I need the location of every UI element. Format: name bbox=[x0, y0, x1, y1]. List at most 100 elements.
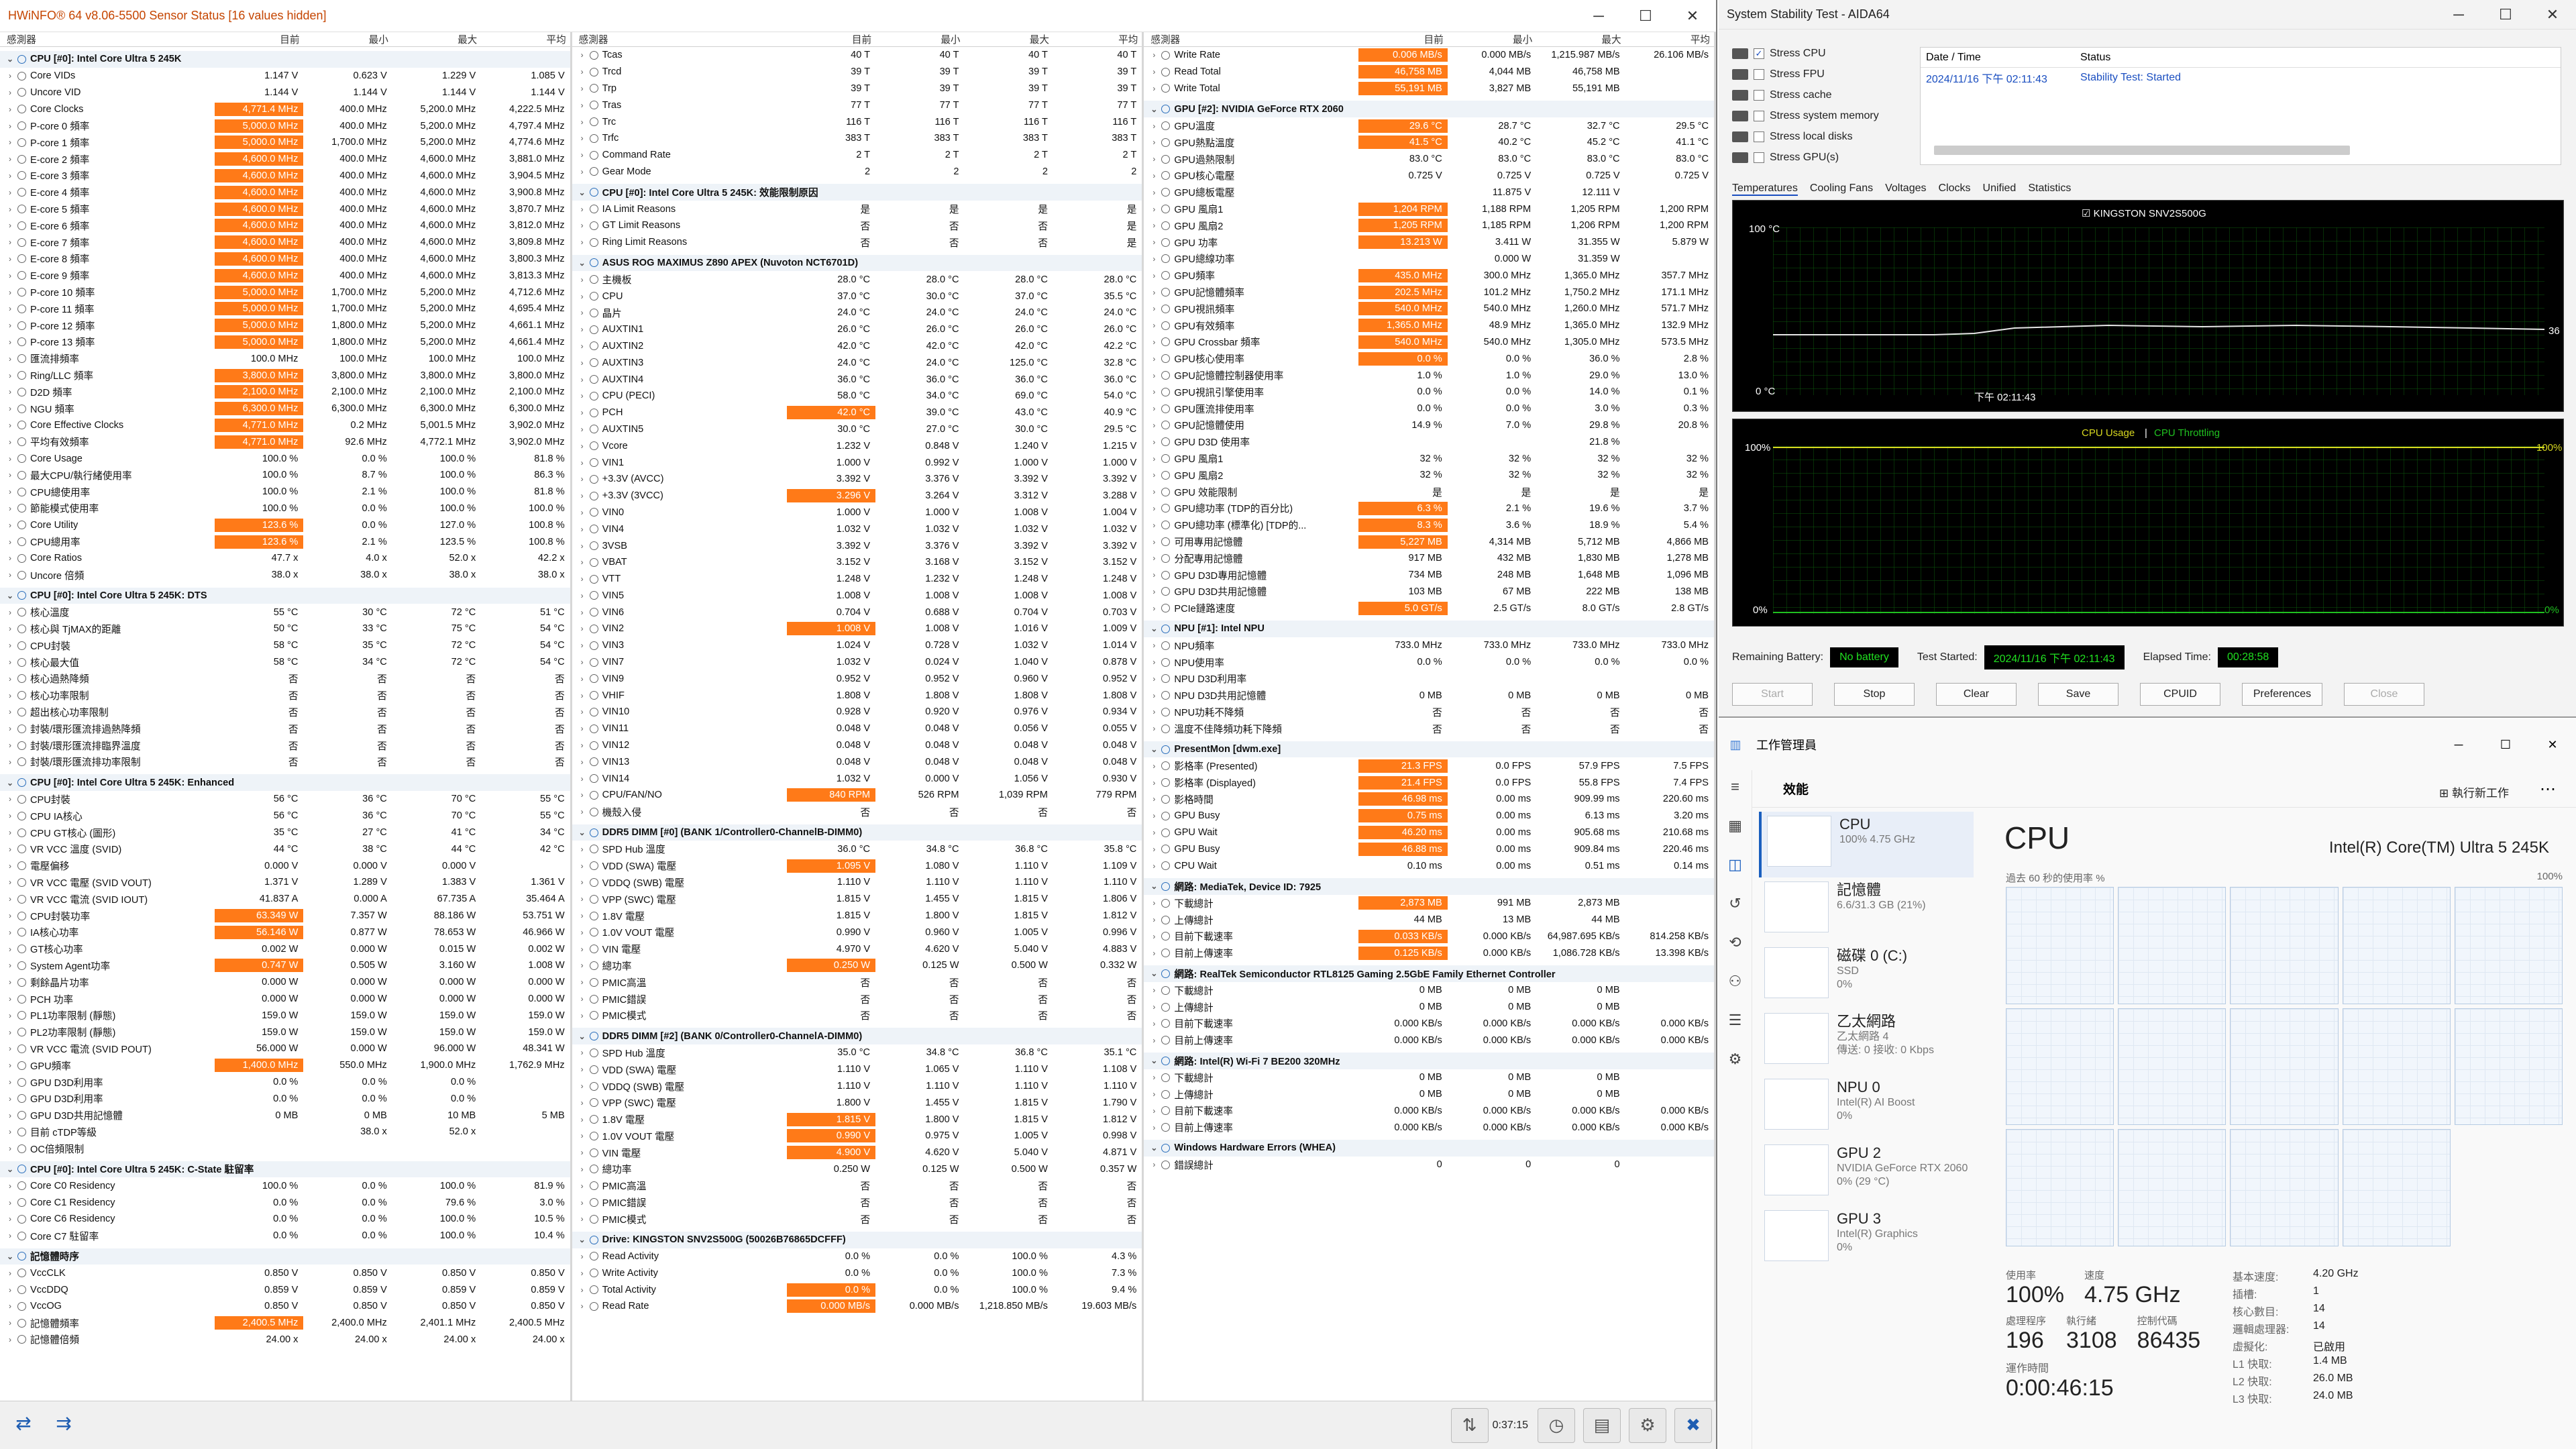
perf-item[interactable]: GPU 3 Intel(R) Graphics 0% bbox=[1759, 1206, 1974, 1272]
expand-icon[interactable]: › bbox=[1149, 1036, 1159, 1045]
expand-icon[interactable]: › bbox=[5, 121, 15, 131]
expand-icon[interactable]: › bbox=[1149, 337, 1159, 347]
expand-icon[interactable]: › bbox=[578, 861, 587, 871]
sensor-row[interactable]: › Command Rate 2 T2 T2 T2 T bbox=[572, 147, 1142, 164]
sensor-row[interactable]: › 1.8V 電壓 1.815 V 1.800 V 1.815 V 1.812 V bbox=[572, 908, 1142, 924]
sensor-row[interactable]: › VIN2 1.008 V 1.008 V 1.016 V 1.009 V bbox=[572, 621, 1142, 637]
sensor-row[interactable]: › GPU 風扇2 32 % 32 % 32 % 32 % bbox=[1144, 467, 1714, 484]
expand-icon[interactable]: › bbox=[5, 977, 15, 987]
sensor-row[interactable]: › GPU 風扇1 32 % 32 % 32 % 32 % bbox=[1144, 450, 1714, 467]
expand-icon[interactable]: › bbox=[578, 150, 587, 160]
sensor-row[interactable]: › IA核心功率 56.146 W 0.877 W 78.653 W 46.966 W bbox=[0, 924, 570, 941]
sensor-row[interactable]: › 上傳總計 44 MB 13 MB 44 MB bbox=[1144, 912, 1714, 928]
sensor-row[interactable]: › E-core 9 頻率 4,600.0 MHz 400.0 MHz 4,600.0 … bbox=[0, 267, 570, 284]
details-icon[interactable]: ☰ bbox=[1729, 1012, 1742, 1029]
sensor-row[interactable]: › AUXTIN3 24.0 °C 24.0 °C 125.0 °C 32.8 °C bbox=[572, 354, 1142, 371]
sensor-row[interactable]: › 目前下載速率 0.033 KB/s 0.000 KB/s 64,987.695 KB… bbox=[1144, 928, 1714, 945]
expand-icon[interactable]: › bbox=[1149, 321, 1159, 330]
sensor-row[interactable]: › 晶片 24.0 °C 24.0 °C 24.0 °C 24.0 °C bbox=[572, 305, 1142, 321]
sensor-row[interactable]: › 1.0V VOUT 電壓 0.990 V 0.960 V 1.005 V 0.996 … bbox=[572, 924, 1142, 941]
sensor-row[interactable]: › GPU 風扇2 1,205 RPM 1,185 RPM 1,206 RPM 1,200… bbox=[1144, 217, 1714, 234]
sensor-row[interactable]: › OC倍頻限制 bbox=[0, 1140, 570, 1157]
sensor-row[interactable]: › VPP (SWC) 電壓 1.800 V 1.455 V 1.815 V 1.790 … bbox=[572, 1094, 1142, 1111]
sensor-group[interactable]: ⌄ ASUS ROG MAXIMUS Z890 APEX (Nuvoton NCT… bbox=[572, 254, 1142, 272]
settings-icon[interactable]: ⚙ bbox=[1629, 1407, 1666, 1443]
sensor-row[interactable]: › PMIC模式否否否否 bbox=[572, 1211, 1142, 1228]
expand-icon[interactable]: › bbox=[578, 292, 587, 301]
header-cell[interactable]: 最小 bbox=[875, 32, 964, 46]
expand-icon[interactable]: › bbox=[578, 117, 587, 127]
stop-button[interactable]: Stop bbox=[1834, 683, 1915, 706]
expand-icon[interactable]: › bbox=[578, 425, 587, 434]
sensor-row[interactable]: › NPU D3D利用率 bbox=[1144, 670, 1714, 687]
sensor-row[interactable]: › 超出核心功率限制否否否否 bbox=[0, 704, 570, 720]
expand-icon[interactable]: › bbox=[1149, 205, 1159, 214]
expand-icon[interactable]: › bbox=[5, 691, 15, 700]
sensor-row[interactable]: › 影格時間 46.98 ms 0.00 ms 909.99 ms 220.60 ms bbox=[1144, 791, 1714, 808]
sensor-row[interactable]: › Core C6 Residency 0.0 % 0.0 % 100.0 % 10.5 … bbox=[0, 1211, 570, 1228]
expand-icon[interactable]: › bbox=[578, 608, 587, 617]
expand-icon[interactable]: › bbox=[1149, 553, 1159, 563]
graph-tab[interactable]: Temperatures bbox=[1732, 182, 1798, 196]
expand-icon[interactable]: › bbox=[1149, 171, 1159, 180]
header-cell[interactable]: 感測器 bbox=[0, 32, 215, 46]
expand-icon[interactable]: › bbox=[5, 707, 15, 716]
expand-icon[interactable]: › bbox=[5, 608, 15, 617]
sensor-row[interactable]: › Core C1 Residency 0.0 % 0.0 % 79.6 % 3.0 % bbox=[0, 1194, 570, 1211]
expand-icon[interactable]: › bbox=[5, 454, 15, 464]
sensor-row[interactable]: › Tcas 40 T 40 T 40 T 40 T bbox=[572, 47, 1142, 64]
sensor-row[interactable]: › NPU功耗不降頻否否否否 bbox=[1144, 704, 1714, 720]
sensor-row[interactable]: › VDDQ (SWB) 電壓 1.110 V 1.110 V 1.110 V 1.110… bbox=[572, 874, 1142, 891]
sensor-row[interactable]: › 主機板 28.0 °C 28.0 °C 28.0 °C 28.0 °C bbox=[572, 271, 1142, 288]
expand-icon[interactable]: › bbox=[578, 961, 587, 970]
sensor-row[interactable]: › VIN13 0.048 V 0.048 V 0.048 V 0.048 V bbox=[572, 753, 1142, 770]
expand-icon[interactable]: › bbox=[578, 894, 587, 904]
expand-icon[interactable]: › bbox=[5, 1285, 15, 1295]
header-cell[interactable]: 感測器 bbox=[1144, 32, 1358, 46]
sensor-row[interactable]: › GPU D3D利用率 0.0 % 0.0 % 0.0 % bbox=[0, 1090, 570, 1107]
expand-icon[interactable]: › bbox=[578, 375, 587, 384]
sensor-row[interactable]: › 封裝/環形匯流排臨界溫度否否否否 bbox=[0, 737, 570, 754]
sensor-row[interactable]: › Ring Limit Reasons 否否否是 bbox=[572, 234, 1142, 251]
expand-icon[interactable]: › bbox=[1149, 1089, 1159, 1099]
expand-icon[interactable]: › bbox=[1149, 138, 1159, 147]
checkbox[interactable] bbox=[1754, 68, 1764, 80]
sensor-row[interactable]: › 目前上傳速率 0.000 KB/s 0.000 KB/s 0.000 KB/s 0.0… bbox=[1144, 1032, 1714, 1049]
sensor-row[interactable]: › 分配專用記憶體 917 MB 432 MB 1,830 MB 1,278 MB bbox=[1144, 550, 1714, 567]
close-button[interactable]: ✕ bbox=[2529, 738, 2576, 752]
sensor-row[interactable]: › GPU溫度 29.6 °C 28.7 °C 32.7 °C 29.5 °C bbox=[1144, 117, 1714, 134]
collapse-icon[interactable]: ⌄ bbox=[5, 1165, 15, 1174]
expand-icon[interactable]: › bbox=[5, 961, 15, 970]
sensor-row[interactable]: › GPU匯流排使用率 0.0 % 0.0 % 3.0 % 0.3 % bbox=[1144, 400, 1714, 417]
collapse-icon[interactable]: ⌄ bbox=[1149, 624, 1159, 633]
expand-icon[interactable]: › bbox=[1149, 50, 1159, 60]
collapse-icon[interactable]: ⌄ bbox=[5, 778, 15, 788]
sensor-row[interactable]: › AUXTIN5 30.0 °C 27.0 °C 30.0 °C 29.5 °C bbox=[572, 421, 1142, 438]
sensor-row[interactable]: › P-core 0 頻率 5,000.0 MHz 400.0 MHz 5,200.0 … bbox=[0, 117, 570, 134]
expand-icon[interactable]: › bbox=[1149, 724, 1159, 733]
sensor-row[interactable]: › GPU D3D共用記憶體 103 MB 67 MB 222 MB 138 MB bbox=[1144, 584, 1714, 600]
sensor-row[interactable]: › 上傳總計 0 MB 0 MB 0 MB bbox=[1144, 999, 1714, 1016]
expand-icon[interactable]: › bbox=[5, 171, 15, 180]
sensor-row[interactable]: › Uncore 倍頻 38.0 x 38.0 x 38.0 x 38.0 x bbox=[0, 567, 570, 584]
expand-icon[interactable]: › bbox=[1149, 304, 1159, 313]
sensor-row[interactable]: › VIN5 1.008 V 1.008 V 1.008 V 1.008 V bbox=[572, 588, 1142, 604]
close-button[interactable]: Close bbox=[2344, 683, 2424, 706]
sensor-row[interactable]: › 目前下載速率 0.000 KB/s 0.000 KB/s 0.000 KB/s 0.0… bbox=[1144, 1102, 1714, 1119]
expand-icon[interactable]: › bbox=[1149, 121, 1159, 131]
sensor-row[interactable]: › 平均有效頻率 4,771.0 MHz 92.6 MHz 4,772.1 MHz 3,9… bbox=[0, 433, 570, 450]
sensor-row[interactable]: › PMIC模式否否否否 bbox=[572, 1007, 1142, 1024]
sensor-row[interactable]: › VDDQ (SWB) 電壓 1.110 V 1.110 V 1.110 V 1.110… bbox=[572, 1078, 1142, 1095]
expand-icon[interactable]: › bbox=[5, 724, 15, 733]
expand-icon[interactable]: › bbox=[1149, 537, 1159, 547]
sensor-row[interactable]: › GPU核心電壓 0.725 V 0.725 V 0.725 V 0.725 V bbox=[1144, 168, 1714, 184]
exit-icon[interactable]: ✖ bbox=[1674, 1407, 1712, 1443]
expand-icon[interactable]: › bbox=[5, 88, 15, 97]
minimize-button[interactable]: ─ bbox=[1575, 7, 1622, 25]
maximize-button[interactable]: ☐ bbox=[2482, 6, 2529, 23]
expand-icon[interactable]: › bbox=[5, 321, 15, 330]
sensor-row[interactable]: › PMIC高溫否否否否 bbox=[572, 1177, 1142, 1194]
sensor-row[interactable]: › AUXTIN1 26.0 °C 26.0 °C 26.0 °C 26.0 °C bbox=[572, 321, 1142, 338]
sensor-row[interactable]: › GPU總板電壓 11.875 V 12.111 V bbox=[1144, 184, 1714, 201]
sensor-row[interactable]: › +3.3V (3VCC) 3.296 V 3.264 V 3.312 V 3.288 … bbox=[572, 488, 1142, 504]
